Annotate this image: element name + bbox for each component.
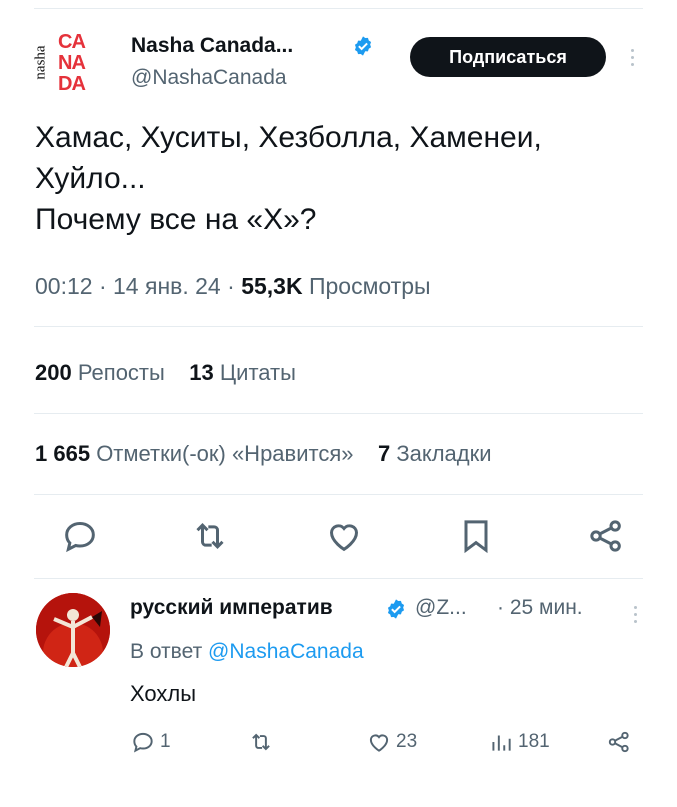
tweet-line: Хамас, Хуситы, Хезболла, Хаменеи, [35, 121, 542, 154]
top-divider [34, 8, 643, 9]
reply-count: 1 [160, 731, 171, 752]
reply-to-line: В ответ @NashaCanada [130, 640, 364, 663]
logo-side-text: nasha [32, 45, 49, 80]
divider [34, 494, 643, 495]
reposts-quotes-row: 200 Репосты 13 Цитаты [35, 360, 296, 386]
author-avatar-logo[interactable]: nasha CA NA DA [32, 30, 102, 96]
bookmark-icon[interactable] [456, 516, 496, 556]
logo-letters-1: CA [58, 31, 86, 53]
quotes-stat[interactable]: 13 Цитаты [189, 360, 296, 385]
tweet-meta: 00:12 · 14 янв. 24 · 55,3K Просмотры [35, 273, 431, 299]
reply-more-options-icon[interactable] [631, 604, 639, 628]
verified-badge-icon [387, 599, 405, 619]
share-icon [608, 731, 629, 753]
verified-badge-icon [354, 36, 372, 56]
reply-author-name[interactable]: русский императив [130, 596, 333, 620]
divider [34, 413, 643, 414]
share-icon[interactable] [586, 516, 626, 556]
tweet-date[interactable]: 14 янв. 24 [113, 273, 221, 299]
reposts-stat[interactable]: 200 Репосты [35, 360, 165, 385]
author-name[interactable]: Nasha Canada... [131, 34, 293, 58]
repost-icon[interactable] [190, 516, 230, 556]
views-count: 55,3K [241, 273, 303, 299]
tweet-time[interactable]: 00:12 [35, 273, 93, 299]
reply-like-button[interactable]: 23 [366, 729, 417, 755]
like-icon[interactable] [324, 516, 364, 556]
logo-letters-3: DA [58, 73, 86, 95]
tweet-text: Хамас, Хуситы, Хезболла, Хаменеи, Хуйло.… [35, 117, 645, 240]
avatar-figure-icon [36, 593, 110, 667]
logo-letters-2: NA [58, 52, 86, 74]
divider [34, 578, 643, 579]
reply-likes-count: 23 [396, 731, 418, 752]
reply-author-handle[interactable]: @Z... [415, 596, 467, 620]
likes-stat[interactable]: 1 665 Отметки(-ок) «Нравится» [35, 441, 354, 466]
divider [34, 326, 643, 327]
views-icon [492, 735, 511, 751]
tweet-line: Хуйло... [35, 162, 146, 195]
like-icon [369, 734, 389, 752]
reply-icon[interactable] [60, 516, 100, 556]
likes-bookmarks-row: 1 665 Отметки(-ок) «Нравится» 7 Закладки [35, 441, 492, 467]
reply-share-button[interactable] [606, 729, 632, 755]
subscribe-button[interactable]: Подписаться [410, 37, 606, 77]
reply-views-button[interactable]: 181 [488, 729, 550, 755]
tweet-line: Почему все на «Х»? [35, 203, 317, 236]
reply-views-count: 181 [518, 731, 550, 752]
reply-to-handle-link[interactable]: @NashaCanada [208, 640, 364, 663]
more-options-icon[interactable] [628, 47, 636, 71]
repost-icon [252, 733, 270, 751]
views-label: Просмотры [308, 273, 431, 299]
reply-reply-button[interactable]: 1 [130, 729, 171, 755]
author-handle[interactable]: @NashaCanada [131, 66, 287, 90]
reply-time[interactable]: · 25 мин. [497, 596, 583, 620]
reply-icon [133, 732, 153, 753]
reply-text: Хохлы [130, 681, 197, 706]
reply-avatar[interactable] [36, 593, 110, 667]
reply-repost-button[interactable] [248, 729, 274, 755]
bookmarks-stat[interactable]: 7 Закладки [378, 441, 492, 466]
